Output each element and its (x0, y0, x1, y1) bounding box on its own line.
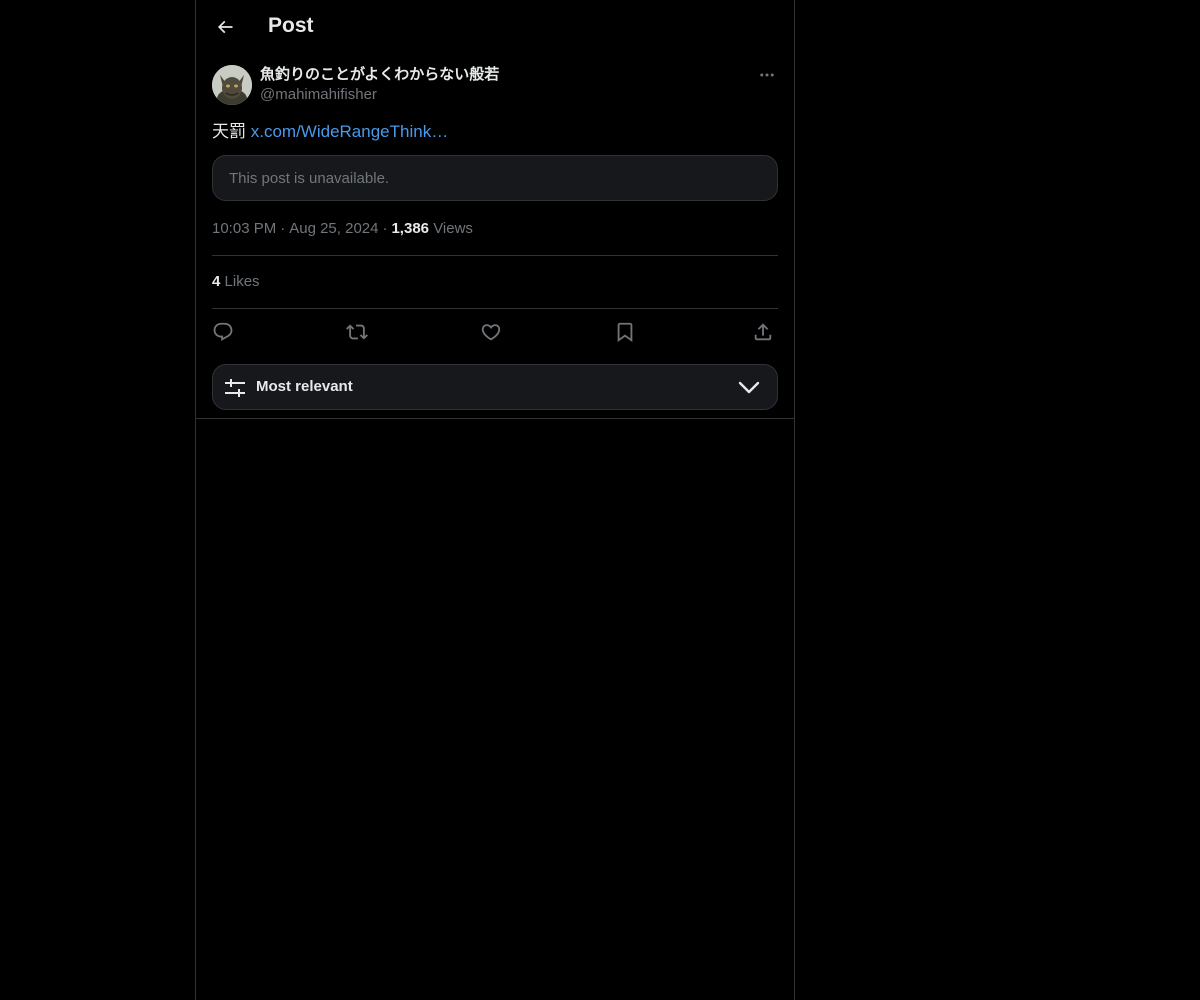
post-text: 天罰 x.com/WideRangeThink… (212, 120, 448, 144)
post-time[interactable]: 10:03 PM (212, 220, 276, 237)
action-bar (212, 320, 778, 344)
arrow-left-icon (215, 17, 235, 37)
likes-stat[interactable]: 4 Likes (212, 272, 260, 292)
sort-replies-dropdown[interactable]: Most relevant (212, 364, 778, 410)
repost-icon (346, 321, 368, 343)
post-link[interactable]: x.com/WideRangeThink… (251, 122, 448, 141)
back-button[interactable] (208, 10, 242, 44)
views-label: Views (433, 220, 473, 237)
more-horizontal-icon (758, 66, 776, 84)
like-button[interactable] (478, 320, 504, 344)
share-button[interactable] (750, 320, 776, 344)
likes-count: 4 (212, 273, 221, 290)
page-header: Post (196, 0, 794, 53)
author-display-name[interactable]: 魚釣りのことがよくわからない般若 (260, 65, 499, 85)
meta-separator: · (382, 220, 388, 237)
share-icon (752, 321, 774, 343)
bookmark-button[interactable] (612, 320, 638, 344)
author-handle[interactable]: @mahimahifisher (260, 85, 377, 105)
page-title: Post (268, 14, 314, 37)
post-body: 天罰 (212, 122, 246, 141)
views-count: 1,386 (391, 220, 430, 237)
section-divider (196, 418, 794, 419)
bookmark-icon (614, 321, 636, 343)
reply-button[interactable] (210, 320, 236, 344)
like-icon (480, 321, 502, 343)
likes-label: Likes (224, 273, 260, 290)
sliders-icon (223, 376, 247, 400)
chevron-down-icon (738, 378, 760, 398)
divider (212, 255, 778, 256)
reply-icon (212, 321, 234, 343)
avatar[interactable] (212, 65, 252, 105)
quoted-post-unavailable: This post is unavailable. (212, 155, 778, 201)
more-button[interactable] (756, 64, 778, 86)
post-date[interactable]: Aug 25, 2024 (289, 220, 378, 237)
repost-button[interactable] (344, 320, 370, 344)
divider (212, 308, 778, 309)
post-meta: 10:03 PM · Aug 25, 2024 · 1,386 Views (212, 219, 473, 239)
sort-label: Most relevant (256, 378, 353, 395)
meta-separator: · (280, 220, 286, 237)
main-column: Post 魚釣りのことがよくわからない般若 @mahimahifisher 天罰… (195, 0, 795, 1000)
